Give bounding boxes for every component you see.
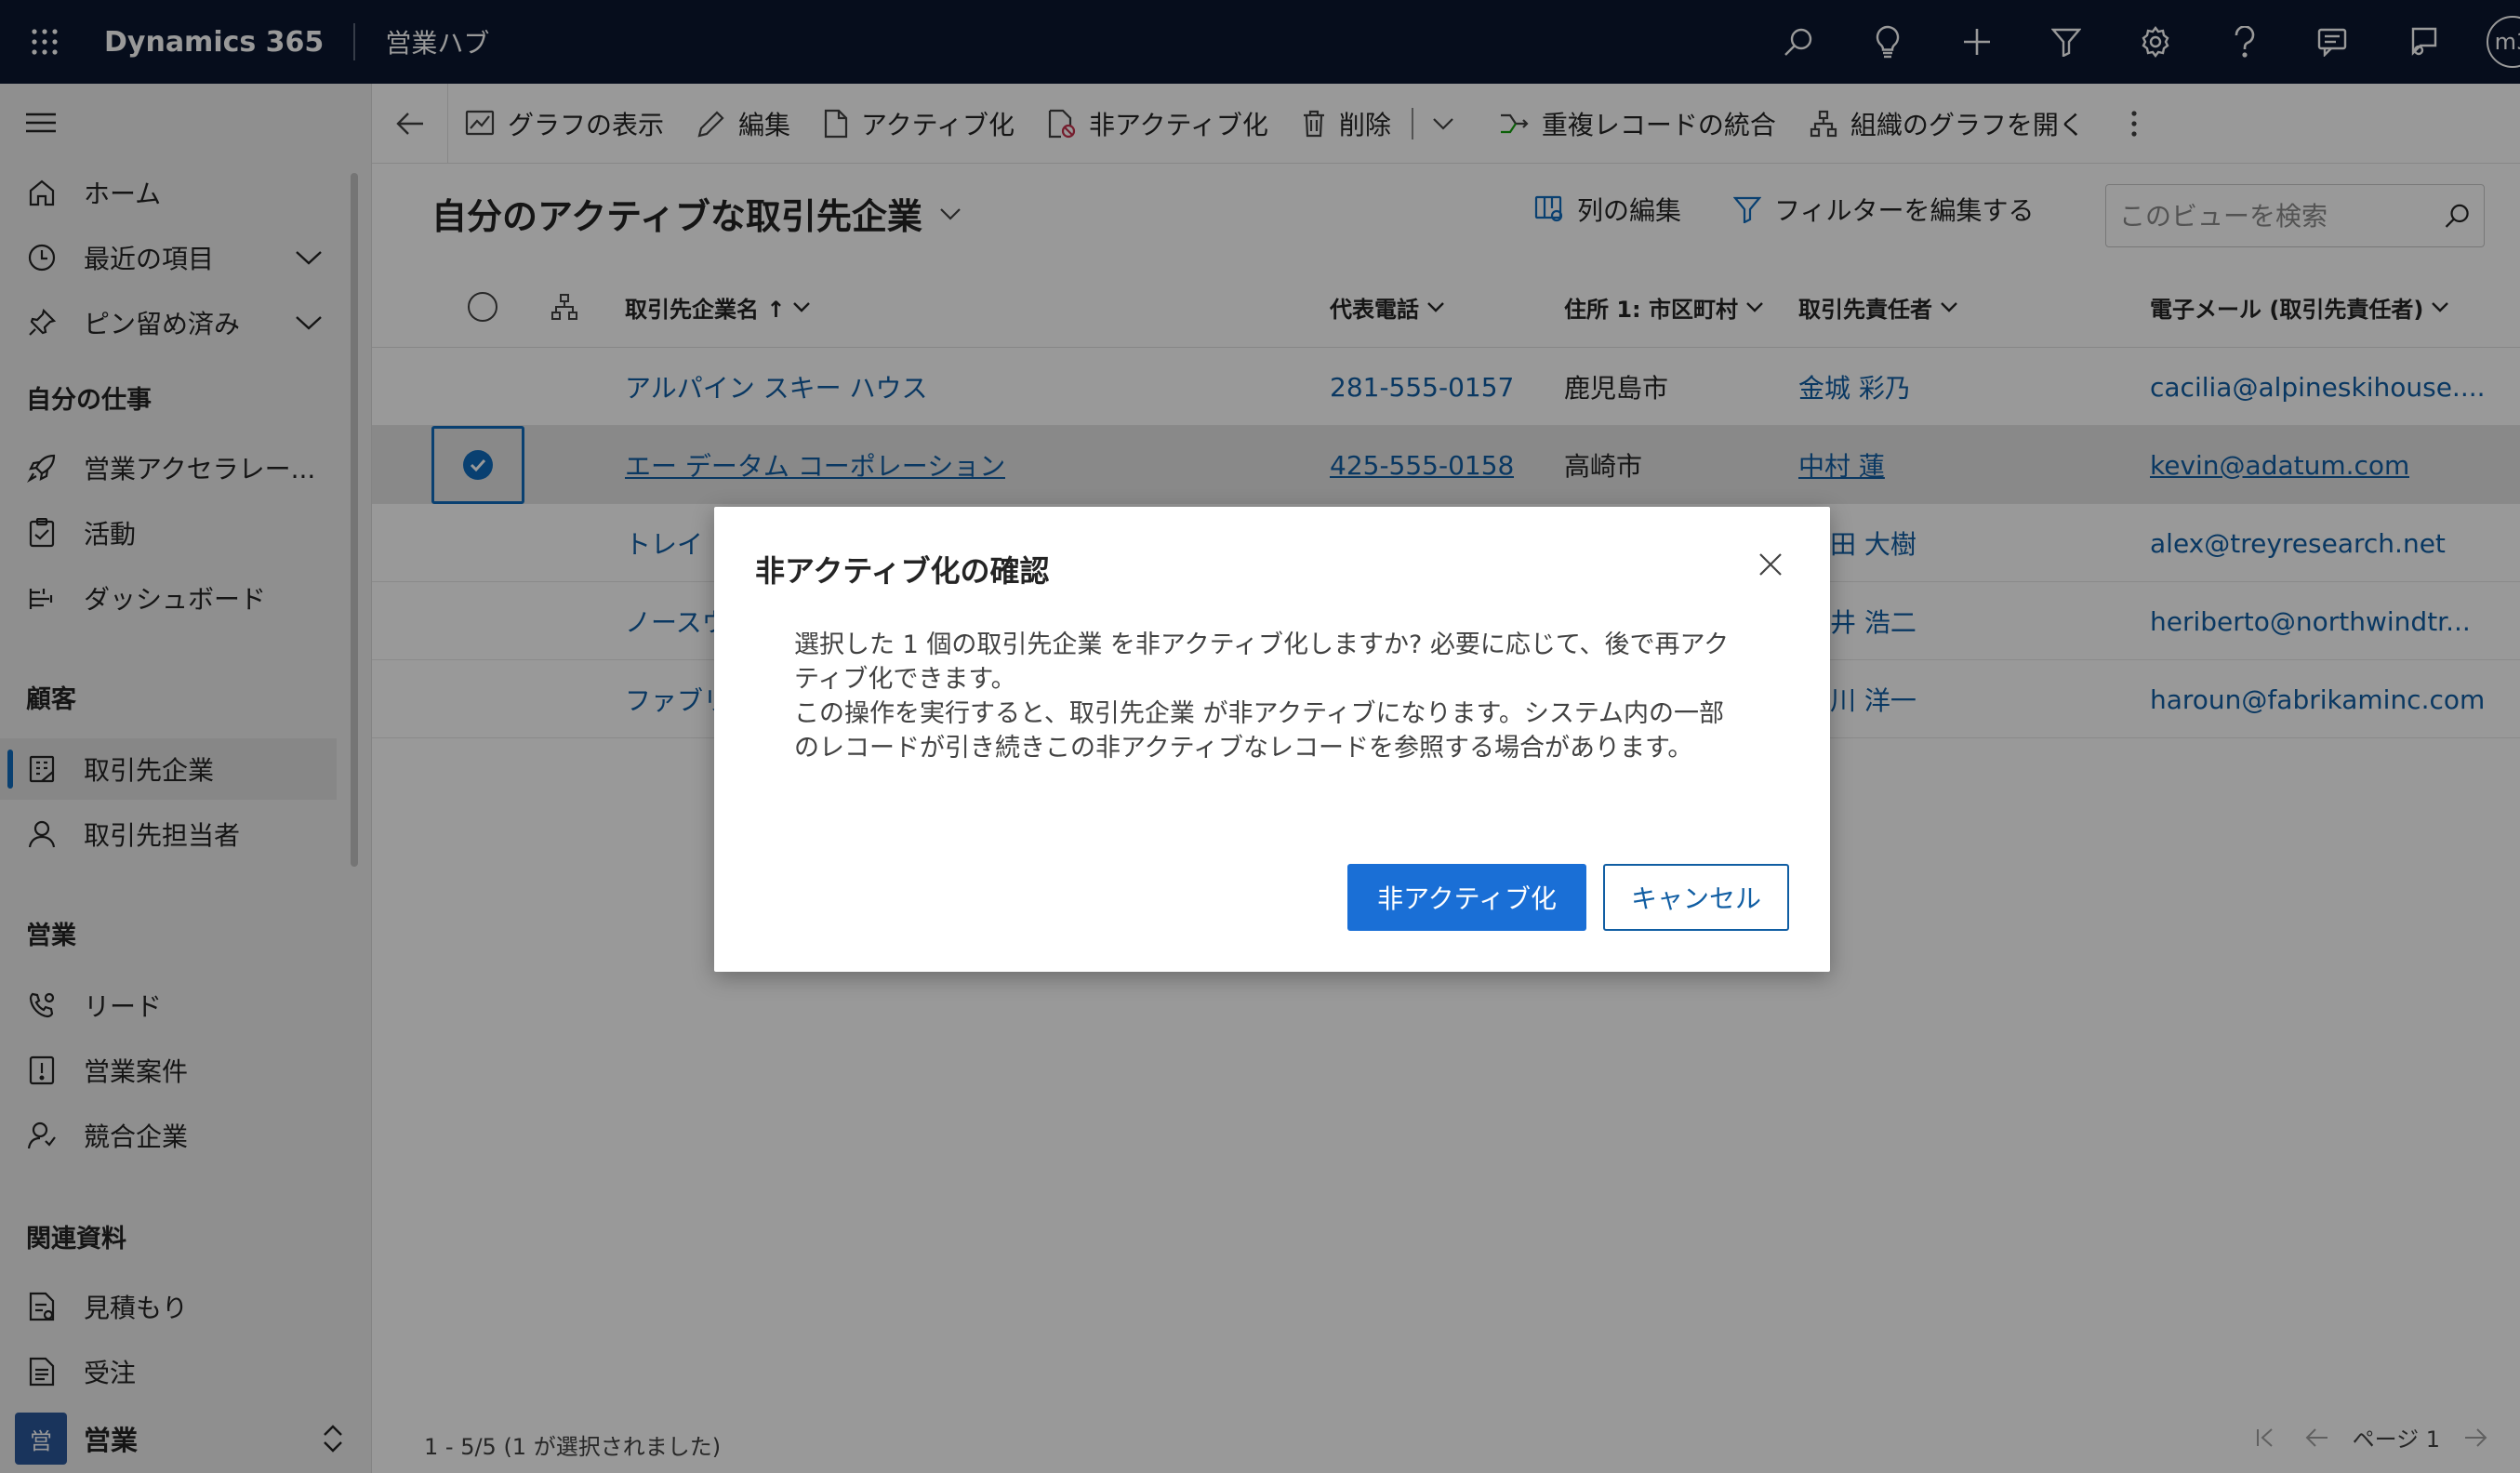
- deactivate-confirm-button[interactable]: 非アクティブ化: [1347, 864, 1586, 931]
- close-icon[interactable]: [1752, 546, 1789, 583]
- deactivate-confirm-dialog: 非アクティブ化の確認 選択した 1 個の取引先企業 を非アクティブ化しますか? …: [714, 507, 1830, 972]
- dialog-message: 選択した 1 個の取引先企業 を非アクティブ化しますか? 必要に応じて、後で再ア…: [794, 628, 1733, 765]
- cancel-button[interactable]: キャンセル: [1602, 864, 1789, 931]
- dialog-title: 非アクティブ化の確認: [755, 553, 1050, 589]
- dialog-message-line: この操作を実行すると、取引先企業 が非アクティブになります。システム内の一部のレ…: [794, 699, 1725, 763]
- dialog-message-line: 選択した 1 個の取引先企業 を非アクティブ化しますか? 必要に応じて、後で再ア…: [794, 630, 1730, 694]
